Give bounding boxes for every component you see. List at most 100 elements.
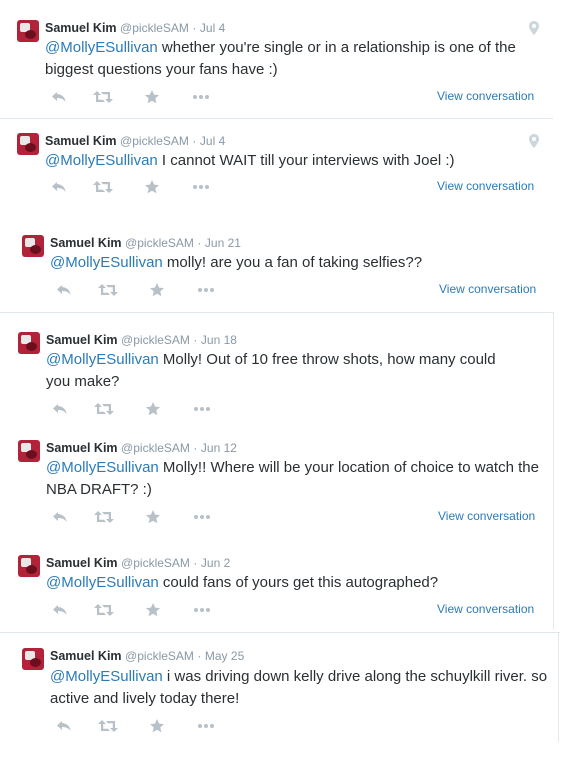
separator: · [193, 556, 198, 570]
author-handle[interactable]: @pickleSAM [121, 556, 190, 570]
tweet[interactable]: Samuel Kim @pickleSAM · Jun 12 @MollyESu… [18, 440, 548, 530]
separator: · [197, 236, 202, 250]
author-handle[interactable]: @pickleSAM [121, 333, 190, 347]
tweet-text: @MollyESullivan I cannot WAIT till your … [45, 150, 545, 172]
retweet-icon[interactable] [94, 402, 114, 416]
more-icon[interactable] [193, 406, 211, 412]
favorite-icon[interactable] [150, 719, 164, 733]
reply-icon[interactable] [52, 603, 68, 617]
author-handle[interactable]: @pickleSAM [120, 21, 189, 35]
separator: · [192, 21, 197, 35]
reply-icon[interactable] [52, 510, 68, 524]
author-name[interactable]: Samuel Kim [50, 649, 122, 663]
author-handle[interactable]: @pickleSAM [125, 649, 194, 663]
mention-link[interactable]: @MollyESullivan [45, 39, 158, 56]
separator: · [192, 134, 197, 148]
tweet-text: @MollyESullivan molly! are you a fan of … [50, 252, 545, 274]
tweet-border [553, 312, 554, 629]
retweet-icon[interactable] [98, 719, 118, 733]
author-name[interactable]: Samuel Kim [46, 333, 118, 347]
tweet-date[interactable]: Jun 12 [201, 441, 237, 455]
tweet-border [558, 632, 559, 742]
tweet-date[interactable]: Jul 4 [200, 21, 225, 35]
tweet-date[interactable]: May 25 [205, 649, 244, 663]
favorite-icon[interactable] [150, 283, 164, 297]
tweet[interactable]: Samuel Kim @pickleSAM · Jun 18 @MollyESu… [18, 332, 548, 422]
retweet-icon[interactable] [93, 90, 113, 104]
reply-icon[interactable] [56, 719, 72, 733]
tweet[interactable]: Samuel Kim @pickleSAM · Jun 2 @MollyESul… [18, 555, 548, 625]
avatar[interactable] [17, 20, 39, 42]
favorite-icon[interactable] [146, 510, 160, 524]
retweet-icon[interactable] [98, 283, 118, 297]
favorite-icon[interactable] [146, 402, 160, 416]
tweet[interactable]: Samuel Kim @pickleSAM · May 25 @MollyESu… [22, 648, 552, 740]
favorite-icon[interactable] [146, 603, 160, 617]
avatar[interactable] [18, 555, 40, 577]
author-handle[interactable]: @pickleSAM [120, 134, 189, 148]
reply-icon[interactable] [56, 283, 72, 297]
tweet-body: molly! are you a fan of taking selfies?? [162, 254, 423, 271]
mention-link[interactable]: @MollyESullivan [50, 668, 163, 685]
more-icon[interactable] [192, 94, 210, 100]
tweet-text: @MollyESullivan Molly!! Where will be yo… [46, 457, 546, 501]
tweet-header: Samuel Kim @pickleSAM · May 25 [50, 648, 244, 664]
tweet-header: Samuel Kim @pickleSAM · Jul 4 [45, 133, 225, 149]
more-icon[interactable] [193, 607, 211, 613]
more-icon[interactable] [197, 287, 215, 293]
tweet-header: Samuel Kim @pickleSAM · Jun 2 [46, 555, 230, 571]
author-name[interactable]: Samuel Kim [46, 441, 118, 455]
tweet-divider [0, 632, 560, 633]
tweet-body: I cannot WAIT till your interviews with … [157, 152, 455, 169]
avatar[interactable] [17, 133, 39, 155]
reply-icon[interactable] [51, 180, 67, 194]
avatar[interactable] [22, 648, 44, 670]
tweet-body: could fans of yours get this autographed… [158, 574, 439, 591]
avatar[interactable] [22, 235, 44, 257]
author-handle[interactable]: @pickleSAM [121, 441, 190, 455]
avatar[interactable] [18, 440, 40, 462]
reply-icon[interactable] [51, 90, 67, 104]
separator: · [197, 649, 202, 663]
author-name[interactable]: Samuel Kim [45, 134, 117, 148]
mention-link[interactable]: @MollyESullivan [45, 152, 158, 169]
view-conversation-link[interactable]: View conversation [439, 282, 536, 296]
view-conversation-link[interactable]: View conversation [437, 602, 534, 616]
tweet-divider [0, 118, 553, 119]
tweet-divider [0, 312, 553, 313]
avatar[interactable] [18, 332, 40, 354]
tweet[interactable]: Samuel Kim @pickleSAM · Jul 4 @MollyESul… [17, 20, 547, 112]
tweet-text: @MollyESullivan i was driving down kelly… [50, 666, 550, 710]
more-icon[interactable] [197, 723, 215, 729]
tweet-text: @MollyESullivan whether you're single or… [45, 37, 545, 81]
retweet-icon[interactable] [93, 180, 113, 194]
tweet-date[interactable]: Jun 18 [201, 333, 237, 347]
tweet[interactable]: Samuel Kim @pickleSAM · Jul 4 @MollyESul… [17, 133, 547, 203]
author-name[interactable]: Samuel Kim [45, 21, 117, 35]
mention-link[interactable]: @MollyESullivan [46, 351, 159, 368]
favorite-icon[interactable] [145, 90, 159, 104]
tweet-header: Samuel Kim @pickleSAM · Jun 12 [46, 440, 237, 456]
mention-link[interactable]: @MollyESullivan [46, 574, 159, 591]
author-name[interactable]: Samuel Kim [46, 556, 118, 570]
favorite-icon[interactable] [145, 180, 159, 194]
view-conversation-link[interactable]: View conversation [437, 179, 534, 193]
mention-link[interactable]: @MollyESullivan [50, 254, 163, 271]
separator: · [193, 441, 198, 455]
more-icon[interactable] [192, 184, 210, 190]
mention-link[interactable]: @MollyESullivan [46, 459, 159, 476]
reply-icon[interactable] [52, 402, 68, 416]
view-conversation-link[interactable]: View conversation [437, 89, 534, 103]
view-conversation-link[interactable]: View conversation [438, 509, 535, 523]
more-icon[interactable] [193, 514, 211, 520]
tweet-date[interactable]: Jun 21 [205, 236, 241, 250]
tweet-date[interactable]: Jul 4 [200, 134, 225, 148]
tweet[interactable]: Samuel Kim @pickleSAM · Jun 21 @MollyESu… [22, 235, 547, 305]
retweet-icon[interactable] [94, 603, 114, 617]
tweet-text: @MollyESullivan could fans of yours get … [46, 572, 546, 594]
author-name[interactable]: Samuel Kim [50, 236, 122, 250]
tweet-header: Samuel Kim @pickleSAM · Jun 18 [46, 332, 237, 348]
author-handle[interactable]: @pickleSAM [125, 236, 194, 250]
retweet-icon[interactable] [94, 510, 114, 524]
tweet-date[interactable]: Jun 2 [201, 556, 230, 570]
